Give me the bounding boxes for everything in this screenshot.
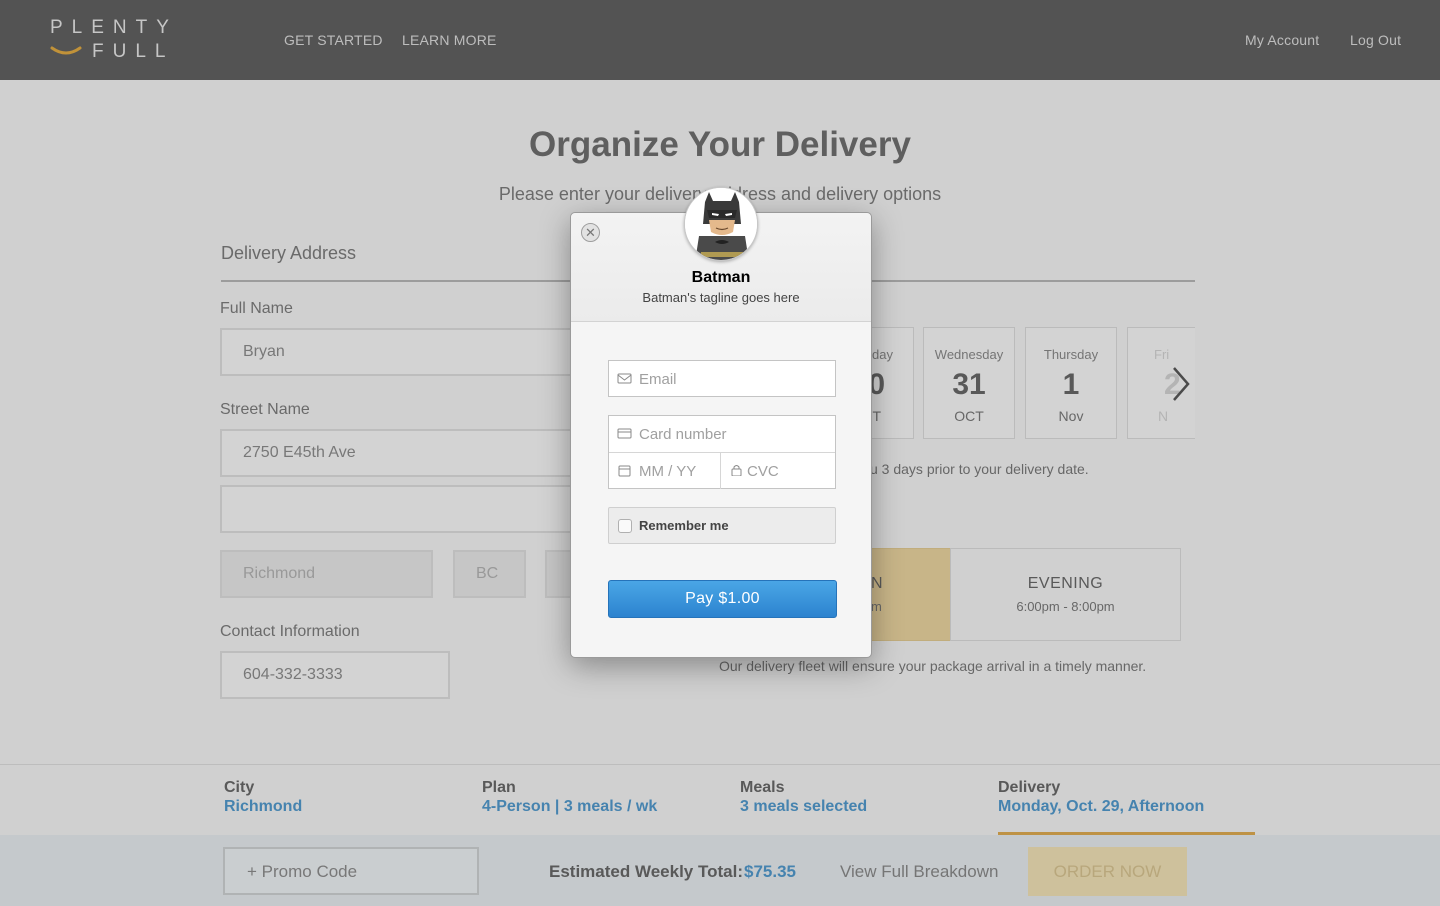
remember-me-checkbox[interactable] — [618, 519, 632, 533]
remember-me-toggle[interactable]: Remember me — [608, 507, 836, 544]
calendar-icon — [618, 465, 631, 477]
checkout-modal: ✕ Batman Batman's tagline goes here Emai… — [570, 187, 872, 658]
envelope-icon — [617, 373, 632, 384]
pay-button[interactable]: Pay $1.00 — [608, 580, 837, 618]
field-divider — [720, 453, 721, 489]
close-icon[interactable]: ✕ — [581, 223, 600, 242]
email-field[interactable]: Email — [608, 360, 836, 397]
card-number-field[interactable]: Card number — [639, 426, 727, 443]
merchant-avatar — [684, 187, 758, 261]
card-fields: Card number MM / YY CVC — [608, 415, 836, 489]
remember-me-label: Remember me — [639, 518, 729, 533]
expiry-field[interactable]: MM / YY — [639, 463, 696, 480]
merchant-tagline: Batman's tagline goes here — [642, 290, 800, 305]
card-expiry-cvc-row: MM / YY CVC — [609, 452, 835, 489]
credit-card-icon — [617, 428, 632, 439]
batman-avatar-icon — [685, 188, 757, 260]
lock-icon — [731, 465, 742, 476]
cvc-field[interactable]: CVC — [747, 463, 779, 480]
email-placeholder: Email — [639, 371, 677, 388]
merchant-name: Batman — [691, 269, 751, 286]
